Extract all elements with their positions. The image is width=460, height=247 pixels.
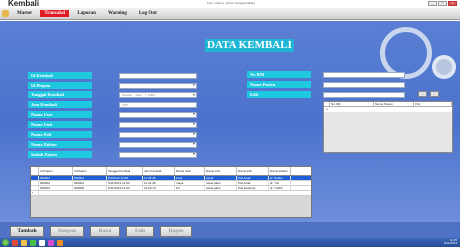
minimize-button[interactable]: _: [428, 1, 437, 6]
stethoscope-chestpiece-image: [432, 55, 456, 79]
patient-grid[interactable]: No RM Nama Pasien Poli *: [323, 101, 453, 153]
menu-transaksi[interactable]: Transaksi: [40, 10, 70, 17]
nama-unit-combo[interactable]: [119, 122, 197, 128]
sudah-pasien-combo[interactable]: [119, 152, 197, 158]
grid-col-1: Id Pinjam: [73, 167, 107, 175]
menu-master[interactable]: Master: [13, 10, 36, 17]
app-icon-3[interactable]: [57, 239, 63, 246]
lookup-button-1[interactable]: ...: [418, 91, 427, 97]
browser-icon[interactable]: [12, 239, 18, 246]
label-edit: Edit: [247, 91, 311, 98]
form-title: DATA KEMBALI: [205, 39, 294, 52]
label-sudah-pasien: Sudah Pasien: [28, 151, 92, 158]
patient-grid-col-nama: Nama Pasien: [374, 102, 414, 106]
batal-button[interactable]: Batal: [90, 226, 120, 237]
simpan-button[interactable]: Simpan: [50, 226, 84, 237]
label-no-rm: No RM: [247, 71, 311, 78]
label-tanggal-kembali: Tanggal Kembali: [28, 91, 92, 98]
grid-col-2: Tanggal Kembali: [107, 167, 143, 175]
grid-header: Id Pinjam Id Pinjam Tanggal Kembali Jam …: [31, 167, 311, 176]
action-bar: Tambah Simpan Batal Edit Hapus: [0, 222, 460, 238]
window-title: Form Utama - [Form Pengembalian]: [207, 1, 256, 5]
menu-bar: Master Transaksi Laporan Warning Log Out: [0, 8, 460, 20]
window-controls: _ □ X: [428, 1, 457, 6]
date-month: June: [135, 93, 142, 97]
hapus-button[interactable]: Hapus: [160, 226, 192, 237]
menu-warning[interactable]: Warning: [104, 10, 131, 17]
id-kembali-input[interactable]: [119, 73, 197, 79]
nama-dokter-combo[interactable]: [119, 142, 197, 148]
system-tray-clock: 11:45 6/11/2013: [444, 239, 457, 245]
id-pinjam-combo[interactable]: [119, 83, 197, 89]
label-jam-kembali: Jam Kembali: [28, 101, 92, 108]
app-window-icon[interactable]: [39, 239, 45, 246]
grid-corner: [31, 167, 39, 175]
grid-col-3: Jam Kembali: [143, 167, 175, 175]
patient-grid-col-norm: No RM: [330, 102, 374, 106]
edit-input[interactable]: [323, 92, 405, 98]
label-nama-poli: Nama Poli: [28, 131, 92, 138]
jam-kembali-input[interactable]: 0:00: [119, 102, 197, 108]
app-icon: [2, 10, 9, 17]
grid-col-5: Nama Unit: [205, 167, 237, 175]
app-brand: Kembali: [8, 0, 40, 8]
close-button[interactable]: X: [448, 1, 457, 6]
maximize-button[interactable]: □: [438, 1, 447, 6]
no-rm-input[interactable]: [323, 72, 405, 78]
tray-date: 6/11/2013: [443, 241, 457, 245]
form-panel: DATA KEMBALI Id Kembali Id Pinjam Tangga…: [0, 21, 460, 222]
date-day: Sunday: [122, 93, 133, 97]
label-nama-pasien: Nama Pasien: [247, 81, 311, 88]
grid-col-4: Nama User: [175, 167, 205, 175]
grid-col-6: Nama Poli: [237, 167, 269, 175]
label-nama-unit: Nama Unit: [28, 121, 92, 128]
folder-icon[interactable]: [21, 239, 27, 246]
menu-logout[interactable]: Log Out: [135, 10, 161, 17]
edit-button[interactable]: Edit: [126, 226, 154, 237]
media-icon[interactable]: [30, 239, 36, 246]
start-button[interactable]: [2, 239, 9, 246]
grid-col-0: Id Pinjam: [39, 167, 73, 175]
menu-laporan[interactable]: Laporan: [73, 10, 100, 17]
label-nama-user: Nama User: [28, 111, 92, 118]
label-id-kembali: Id Kembali: [28, 72, 92, 79]
tanggal-kembali-picker[interactable]: Sunday June 7, 2009: [119, 92, 197, 98]
patient-grid-new-row[interactable]: *: [324, 107, 452, 112]
label-id-pinjam: Id Pinjam: [28, 82, 92, 89]
nama-user-combo[interactable]: [119, 112, 197, 118]
taskbar: 11:45 6/11/2013: [0, 238, 460, 247]
nama-poli-combo[interactable]: [119, 132, 197, 138]
table-new-row[interactable]: *: [31, 191, 311, 196]
date-year: 7, 2009: [144, 93, 155, 97]
label-nama-dokter: Nama Dokter: [28, 141, 92, 148]
tambah-button[interactable]: Tambah: [10, 226, 44, 237]
nama-pasien-input[interactable]: [323, 82, 405, 88]
title-strip: Kembali Form Utama - [Form Pengembalian]…: [0, 0, 460, 8]
lookup-button-2[interactable]: ...: [430, 91, 439, 97]
grid-col-7: Nama Dokter: [269, 167, 291, 175]
kembali-grid[interactable]: Id Pinjam Id Pinjam Tanggal Kembali Jam …: [30, 166, 312, 218]
patient-grid-col-poli: Poli: [414, 102, 452, 106]
app-icon-2[interactable]: [48, 239, 54, 246]
